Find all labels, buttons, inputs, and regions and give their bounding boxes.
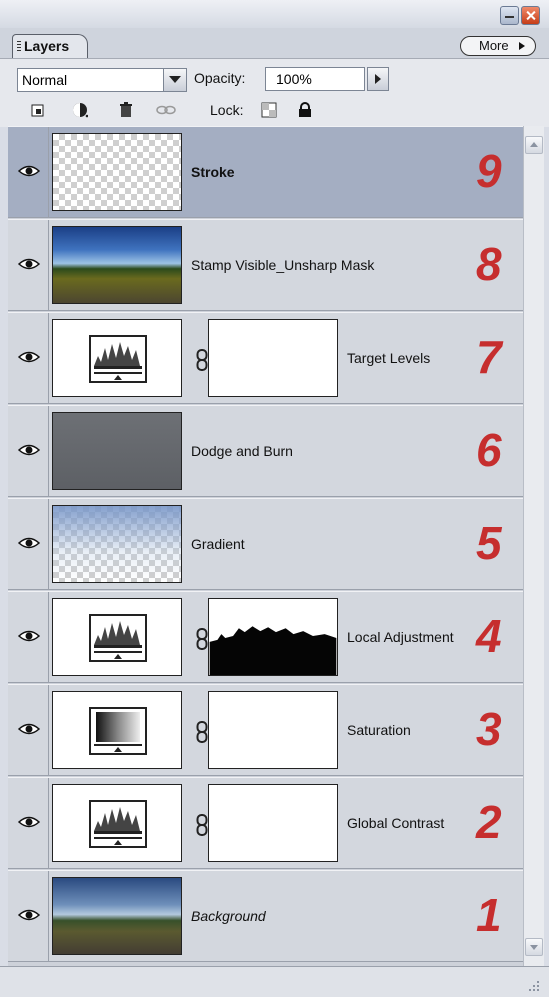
layer-mask-thumbnail[interactable] bbox=[208, 691, 338, 769]
eye-icon[interactable] bbox=[18, 350, 40, 364]
eye-icon[interactable] bbox=[18, 164, 40, 178]
levels-icon bbox=[89, 800, 147, 848]
layer-name[interactable]: Global Contrast bbox=[347, 815, 444, 831]
layer-thumbnail[interactable] bbox=[52, 133, 182, 211]
scrollbar[interactable] bbox=[523, 126, 544, 966]
layer-number-annotation: 9 bbox=[476, 145, 502, 197]
close-button[interactable] bbox=[521, 6, 540, 25]
visibility-toggle[interactable] bbox=[8, 592, 49, 682]
more-label: More bbox=[479, 38, 509, 53]
layer-number-annotation: 1 bbox=[476, 889, 502, 941]
layer-name[interactable]: Stroke bbox=[191, 164, 235, 180]
layer-number-annotation: 4 bbox=[476, 610, 502, 662]
layer-number-annotation: 3 bbox=[476, 703, 502, 755]
layer-row[interactable]: Stroke 9 bbox=[8, 126, 523, 218]
layer-row[interactable]: Saturation 3 bbox=[8, 684, 523, 776]
layer-mask-thumbnail[interactable] bbox=[208, 784, 338, 862]
new-layer-icon[interactable] bbox=[30, 102, 46, 118]
lock-all-icon[interactable] bbox=[297, 102, 313, 118]
layer-thumbnail[interactable] bbox=[52, 877, 182, 955]
chain-link-icon[interactable] bbox=[196, 349, 208, 371]
layer-row[interactable]: Background 1 bbox=[8, 870, 523, 962]
visibility-toggle[interactable] bbox=[8, 220, 49, 310]
saturation-icon bbox=[89, 707, 147, 755]
levels-icon bbox=[89, 335, 147, 383]
link-layers-icon[interactable] bbox=[155, 102, 177, 118]
layer-mask-thumbnail[interactable] bbox=[208, 598, 338, 676]
blend-mode-select[interactable]: Normal bbox=[17, 68, 187, 92]
layer-number-annotation: 5 bbox=[476, 517, 502, 569]
levels-icon bbox=[89, 614, 147, 662]
scroll-up-button[interactable] bbox=[525, 136, 543, 154]
layer-thumbnail[interactable] bbox=[52, 505, 182, 583]
layer-thumbnail[interactable] bbox=[52, 319, 182, 397]
layer-name[interactable]: Saturation bbox=[347, 722, 411, 738]
eye-icon[interactable] bbox=[18, 536, 40, 550]
layer-row[interactable]: Local Adjustment 4 bbox=[8, 591, 523, 683]
tab-layers[interactable]: Layers bbox=[12, 34, 88, 59]
panel-footer bbox=[0, 966, 549, 997]
layer-row[interactable]: Target Levels 7 bbox=[8, 312, 523, 404]
layer-name[interactable]: Gradient bbox=[191, 536, 245, 552]
layer-thumbnail[interactable] bbox=[52, 412, 182, 490]
visibility-toggle[interactable] bbox=[8, 313, 49, 403]
layer-number-annotation: 2 bbox=[476, 796, 502, 848]
layer-name[interactable]: Dodge and Burn bbox=[191, 443, 293, 459]
grip-icon bbox=[17, 41, 21, 53]
opacity-slider-button[interactable] bbox=[367, 67, 389, 91]
minimize-button[interactable] bbox=[500, 6, 519, 25]
opacity-input[interactable]: 100% bbox=[265, 67, 365, 91]
more-arrow-icon bbox=[519, 42, 525, 50]
layers-list: Stroke 9 Stamp Visible_Unsharp Mask 8 Target… bbox=[8, 126, 523, 966]
eye-icon[interactable] bbox=[18, 908, 40, 922]
lock-transparency-icon[interactable] bbox=[261, 102, 277, 118]
layers-toolbar: Normal Opacity: 100% Lock: bbox=[0, 58, 549, 127]
chevron-down-icon[interactable] bbox=[163, 69, 186, 91]
layer-number-annotation: 8 bbox=[476, 238, 502, 290]
layer-thumbnail[interactable] bbox=[52, 784, 182, 862]
visibility-toggle[interactable] bbox=[8, 871, 49, 961]
adjustment-layer-icon[interactable] bbox=[72, 102, 88, 118]
layer-number-annotation: 6 bbox=[476, 424, 502, 476]
layer-name[interactable]: Local Adjustment bbox=[347, 629, 454, 645]
gradient-fill bbox=[53, 506, 181, 582]
eye-icon[interactable] bbox=[18, 815, 40, 829]
trash-icon[interactable] bbox=[118, 102, 134, 118]
layer-mask-thumbnail[interactable] bbox=[208, 319, 338, 397]
layer-name[interactable]: Background bbox=[191, 908, 266, 924]
layer-thumbnail[interactable] bbox=[52, 691, 182, 769]
visibility-toggle[interactable] bbox=[8, 685, 49, 775]
chain-link-icon[interactable] bbox=[196, 628, 208, 650]
layer-row[interactable]: Global Contrast 2 bbox=[8, 777, 523, 869]
layer-row[interactable]: Gradient 5 bbox=[8, 498, 523, 590]
layer-row[interactable]: Stamp Visible_Unsharp Mask 8 bbox=[8, 219, 523, 311]
eye-icon[interactable] bbox=[18, 629, 40, 643]
opacity-label: Opacity: bbox=[194, 70, 246, 86]
visibility-toggle[interactable] bbox=[8, 406, 49, 496]
layer-row[interactable]: Dodge and Burn 6 bbox=[8, 405, 523, 497]
blend-mode-value: Normal bbox=[22, 72, 68, 88]
layer-thumbnail[interactable] bbox=[52, 226, 182, 304]
tab-label: Layers bbox=[24, 38, 70, 54]
visibility-toggle[interactable] bbox=[8, 127, 49, 217]
scroll-down-button[interactable] bbox=[525, 938, 543, 956]
chain-link-icon[interactable] bbox=[196, 814, 208, 836]
more-button[interactable]: More bbox=[460, 36, 536, 56]
opacity-value: 100% bbox=[276, 71, 312, 87]
eye-icon[interactable] bbox=[18, 722, 40, 736]
chain-link-icon[interactable] bbox=[196, 721, 208, 743]
layer-thumbnail[interactable] bbox=[52, 598, 182, 676]
eye-icon[interactable] bbox=[18, 443, 40, 457]
panel-tabstrip: Layers More bbox=[0, 28, 549, 59]
visibility-toggle[interactable] bbox=[8, 499, 49, 589]
window-titlebar bbox=[0, 0, 549, 28]
eye-icon[interactable] bbox=[18, 257, 40, 271]
visibility-toggle[interactable] bbox=[8, 778, 49, 868]
layer-number-annotation: 7 bbox=[476, 331, 502, 383]
resize-grip-icon[interactable] bbox=[525, 977, 541, 993]
mask-silhouette bbox=[209, 599, 337, 675]
layer-name[interactable]: Target Levels bbox=[347, 350, 430, 366]
layer-name[interactable]: Stamp Visible_Unsharp Mask bbox=[191, 257, 374, 273]
lock-label: Lock: bbox=[210, 102, 244, 118]
